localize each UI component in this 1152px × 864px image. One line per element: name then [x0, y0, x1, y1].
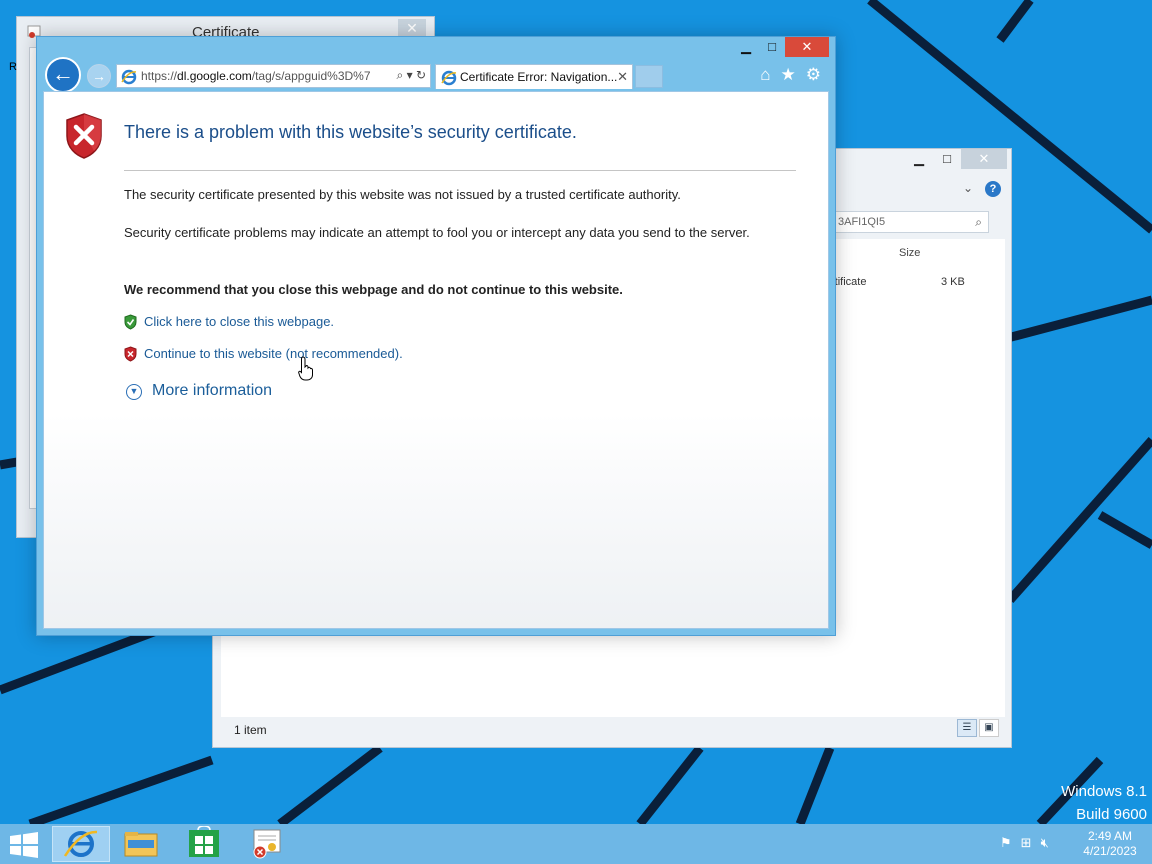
recommendation-text: We recommend that you close this webpage… — [124, 282, 623, 297]
home-icon[interactable]: ⌂ — [760, 65, 770, 85]
explorer-caption-buttons: ▁ □ ✕ — [905, 149, 1007, 171]
address-tools-icons[interactable]: ⌕ ▾ ↻ — [397, 68, 426, 82]
windows-watermark: Windows 8.1 Build 9600 — [1061, 780, 1147, 826]
store-icon — [189, 825, 219, 857]
taskbar-file-explorer[interactable] — [113, 826, 171, 862]
address-tools: ⌕ ▾ ↻ — [396, 68, 426, 83]
help-icon[interactable]: ? — [985, 181, 1001, 197]
explorer-search-input[interactable]: 3AFI1QI5 ⌕ — [831, 211, 989, 233]
column-header-size[interactable]: Size — [899, 247, 920, 259]
details-view-icon[interactable]: ☰ — [957, 719, 977, 737]
explorer-ribbon-row: ⌄ ? — [813, 179, 1009, 201]
clock-time: 2:49 AM — [1087, 829, 1133, 843]
chevron-down-icon[interactable]: ⌄ — [963, 181, 973, 195]
certificate-side-label: R — [9, 61, 17, 73]
tab-certificate-error[interactable]: Certificate Error: Navigation... ✕ — [435, 64, 633, 89]
ie-toolbar-icons: ⌂ ★ ⚙ — [760, 65, 821, 85]
taskbar-certificate[interactable] — [238, 826, 296, 862]
file-item-name[interactable]: rtificate — [831, 276, 866, 288]
close-webpage-link-text[interactable]: Click here to close this webpage. — [144, 314, 334, 329]
explorer-search-value: 3AFI1QI5 — [838, 216, 886, 228]
ie-page-icon — [121, 69, 137, 85]
more-information-toggle[interactable]: ▼ More information — [126, 382, 272, 400]
expand-circle-icon[interactable]: ▼ — [126, 384, 142, 400]
clock-date: 4/21/2023 — [1083, 844, 1137, 858]
network-icon[interactable]: ⊞ — [1021, 835, 1032, 851]
ie-tab-icon — [441, 70, 457, 86]
forward-button[interactable]: → — [87, 64, 111, 88]
untrusted-authority-text: The security certificate presented by th… — [124, 187, 681, 202]
explorer-maximize-button[interactable]: □ — [933, 149, 961, 169]
security-problems-text: Security certificate problems may indica… — [124, 225, 750, 240]
taskbar-internet-explorer[interactable] — [52, 826, 110, 862]
back-button[interactable]: ← — [45, 57, 81, 93]
certificate-error-page: There is a problem with this website’s s… — [43, 91, 829, 629]
ie-minimize-button[interactable]: ▁ — [733, 37, 759, 57]
address-prefix: https:// — [141, 69, 178, 83]
heading-divider — [124, 170, 796, 171]
continue-to-website-link[interactable]: Continue to this website (not recommende… — [124, 346, 403, 362]
red-shield-icon — [124, 346, 137, 362]
new-tab-button[interactable] — [635, 65, 663, 88]
taskbar: ⚑ ⊞ 🔇︎ 2:49 AM 4/21/2023 — [0, 824, 1152, 864]
windows-start-icon[interactable] — [10, 832, 38, 858]
explorer-close-button[interactable]: ✕ — [961, 149, 1007, 169]
folder-icon — [124, 832, 158, 857]
explorer-minimize-button[interactable]: ▁ — [905, 149, 933, 169]
address-domain: dl.google.com — [177, 69, 252, 83]
taskbar-store[interactable] — [176, 825, 234, 862]
volume-muted-icon[interactable]: 🔇︎ — [1041, 835, 1049, 851]
watermark-edition: Windows 8.1 — [1061, 783, 1147, 800]
settings-icon[interactable]: ⚙ — [806, 65, 821, 85]
file-item-size: 3 KB — [941, 276, 965, 288]
large-icons-view-icon[interactable]: ▣ — [979, 719, 999, 737]
page-heading: There is a problem with this website’s s… — [124, 122, 577, 142]
address-path: /tag/s/appguid%3D%7 — [251, 69, 371, 83]
certificate-icon — [253, 829, 281, 859]
taskbar-clock[interactable]: 2:49 AM 4/21/2023 — [1074, 829, 1146, 859]
certificate-close-button[interactable]: ✕ — [398, 19, 426, 37]
tab-close-icon[interactable]: ✕ — [617, 69, 628, 85]
view-switcher: ☰ ▣ — [957, 719, 999, 737]
more-information-label[interactable]: More information — [152, 382, 272, 399]
ie-maximize-button[interactable]: □ — [759, 37, 785, 57]
system-tray: ⚑ ⊞ 🔇︎ — [1000, 835, 1049, 851]
green-shield-icon — [124, 314, 137, 330]
security-warning-shield-icon — [66, 113, 102, 159]
ie-caption-buttons: ▁ □ ✕ — [733, 37, 829, 57]
internet-explorer-window[interactable]: ▁ □ ✕ ← → https://dl.google.com/tag/s/ap… — [36, 36, 836, 636]
internet-explorer-icon — [63, 830, 98, 857]
address-bar[interactable]: https://dl.google.com/tag/s/appguid%3D%7… — [116, 64, 431, 88]
hand-cursor-icon — [298, 356, 313, 381]
tab-title: Certificate Error: Navigation... — [460, 70, 618, 84]
continue-link-text[interactable]: Continue to this website (not recommende… — [144, 346, 403, 361]
close-webpage-link[interactable]: Click here to close this webpage. — [124, 314, 334, 330]
search-icon[interactable]: ⌕ — [975, 215, 982, 230]
favorites-icon[interactable]: ★ — [781, 65, 796, 85]
ie-close-button[interactable]: ✕ — [785, 37, 829, 57]
explorer-status-text: 1 item — [234, 723, 267, 737]
flag-icon[interactable]: ⚑ — [1000, 835, 1012, 851]
watermark-build: Build 9600 — [1076, 806, 1147, 823]
